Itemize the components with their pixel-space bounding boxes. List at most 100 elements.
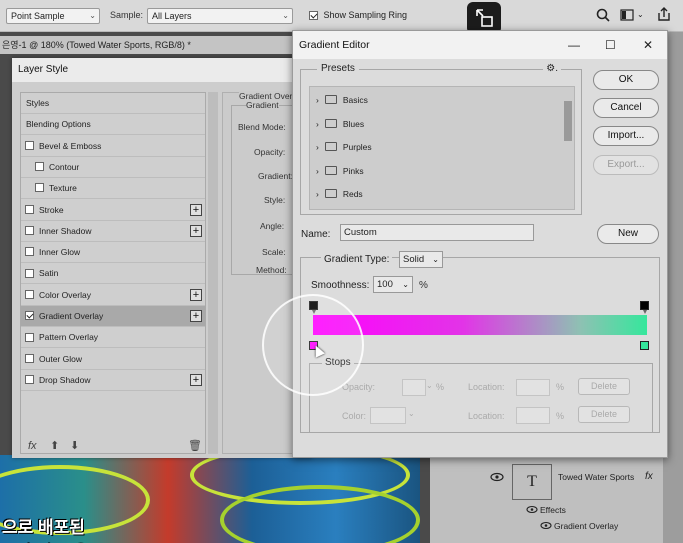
workspace-icon[interactable] <box>620 9 634 21</box>
preset-folder[interactable]: › Basics <box>316 91 368 109</box>
show-sampling-ring-checkbox[interactable] <box>309 11 318 21</box>
chevron-right-icon[interactable]: › <box>316 166 319 176</box>
maximize-icon[interactable]: ☐ <box>605 31 616 59</box>
style-item[interactable]: Inner Shadow + <box>21 221 205 242</box>
color-location-input[interactable] <box>516 407 550 424</box>
style-item[interactable]: Color Overlay + <box>21 285 205 306</box>
move-down-icon[interactable]: ⬇ <box>70 439 79 452</box>
chevron-down-icon[interactable]: ⌄ <box>408 409 415 418</box>
style-checkbox[interactable] <box>25 311 34 321</box>
name-value: Custom <box>344 227 377 238</box>
layer-fx-icon[interactable]: fx <box>645 471 653 482</box>
delete-color-stop-button[interactable]: Delete <box>578 406 630 423</box>
gear-icon[interactable]: ⚙. <box>543 63 561 74</box>
style-checkbox[interactable] <box>25 332 34 342</box>
add-effect-icon[interactable]: + <box>190 203 202 216</box>
gradient-bar[interactable] <box>313 315 647 335</box>
cancel-button[interactable]: Cancel <box>593 98 659 118</box>
style-item[interactable]: Satin <box>21 263 205 285</box>
style-item[interactable]: Blending Options <box>21 114 205 136</box>
folder-icon <box>324 95 337 105</box>
document-tab[interactable]: 은영-1 @ 180% (Towed Water Sports, RGB/8) … <box>0 36 300 54</box>
smoothness-input[interactable]: 100 ⌄ <box>373 276 413 293</box>
style-item[interactable]: Inner Glow <box>21 242 205 264</box>
sample-size-select[interactable]: Point Sample ⌄ <box>6 8 100 24</box>
style-checkbox[interactable] <box>25 268 34 278</box>
show-sampling-ring-label: Show Sampling Ring <box>323 10 408 20</box>
ok-button[interactable]: OK <box>593 70 659 90</box>
style-checkbox[interactable] <box>25 204 34 214</box>
color-stop-right[interactable] <box>640 341 649 350</box>
preset-folder[interactable]: › Reds <box>316 185 363 203</box>
chevron-down-icon[interactable]: ⌄ <box>426 381 433 390</box>
style-item[interactable]: Pattern Overlay <box>21 327 205 349</box>
layer-name[interactable]: Towed Water Sports <box>558 472 634 482</box>
color-location-unit: % <box>556 411 565 421</box>
share-icon[interactable] <box>657 7 671 21</box>
add-effect-icon[interactable]: + <box>190 224 202 237</box>
move-up-icon[interactable]: ⬆ <box>50 439 59 452</box>
color-swatch[interactable] <box>370 407 406 424</box>
chevron-right-icon[interactable]: › <box>316 95 319 105</box>
name-input[interactable]: Custom <box>340 224 534 241</box>
style-checkbox[interactable] <box>25 353 34 363</box>
eye-icon[interactable] <box>540 521 552 530</box>
search-icon[interactable] <box>596 8 610 22</box>
canvas-korean-text: 으로 배포된 고과 각으 음 <box>2 513 90 543</box>
add-effect-icon[interactable]: + <box>190 288 202 301</box>
style-item[interactable]: Outer Glow <box>21 349 205 370</box>
preset-folder-label: Purples <box>342 142 372 152</box>
delete-opacity-stop-button[interactable]: Delete <box>578 378 630 395</box>
style-item[interactable]: Texture <box>21 178 205 200</box>
chevron-right-icon[interactable]: › <box>316 189 319 199</box>
opacity-location-input[interactable] <box>516 379 550 396</box>
new-button[interactable]: New <box>597 224 659 244</box>
style-checkbox[interactable] <box>35 162 44 172</box>
text-layer-thumbnail[interactable]: T <box>512 464 552 500</box>
effects-label[interactable]: Effects <box>540 505 566 515</box>
chevron-right-icon[interactable]: › <box>316 142 319 152</box>
style-item[interactable]: Bevel & Emboss <box>21 136 205 157</box>
sample-layers-value: All Layers <box>152 11 192 21</box>
stops-group: Stops Opacity: ⌄ % Location: % Delete Co… <box>309 357 653 433</box>
chevron-right-icon[interactable]: › <box>316 119 319 129</box>
style-list-scrollbar[interactable] <box>208 92 218 454</box>
style-checkbox[interactable] <box>25 226 34 236</box>
style-item[interactable]: Stroke + <box>21 200 205 221</box>
minimize-icon[interactable]: — <box>568 31 580 59</box>
sample-layers-select[interactable]: All Layers ⌄ <box>147 8 293 24</box>
add-effect-icon[interactable]: + <box>190 310 202 322</box>
eye-icon[interactable] <box>526 505 538 514</box>
close-icon[interactable]: ✕ <box>643 31 653 59</box>
preset-folder[interactable]: › Blues <box>316 115 364 133</box>
style-item[interactable]: Drop Shadow + <box>21 370 205 391</box>
add-effect-icon[interactable]: + <box>190 373 202 386</box>
style-checkbox[interactable] <box>35 183 44 193</box>
effect-gradient-overlay[interactable]: Gradient Overlay <box>554 521 618 531</box>
chevron-down-icon[interactable]: ⌄ <box>402 277 409 292</box>
style-item[interactable]: Contour <box>21 157 205 178</box>
style-checkbox[interactable] <box>25 289 34 299</box>
export-button[interactable]: Export... <box>593 155 659 175</box>
canvas-korean-text-value: 으로 배포된 고과 각으 음 <box>2 518 85 537</box>
style-checkbox[interactable] <box>25 140 34 150</box>
preset-folder[interactable]: › Pinks <box>316 162 364 180</box>
preset-scrollbar[interactable] <box>564 89 572 209</box>
style-item[interactable]: Gradient Overlay + <box>21 306 205 327</box>
chevron-down-icon[interactable]: ⌄ <box>637 10 644 19</box>
fx-icon[interactable]: fx <box>28 440 37 452</box>
style-checkbox[interactable] <box>25 247 34 257</box>
scroll-thumb[interactable] <box>564 101 572 141</box>
trash-icon[interactable]: 🗑 <box>188 439 202 452</box>
gradient-type-select[interactable]: Solid ⌄ <box>399 251 443 268</box>
eye-icon[interactable] <box>490 472 504 482</box>
show-sampling-ring-option[interactable]: Show Sampling Ring <box>309 10 408 21</box>
preset-folder[interactable]: › Purples <box>316 138 372 156</box>
folder-icon <box>324 118 337 128</box>
opacity-stop-right[interactable] <box>640 301 649 314</box>
import-button[interactable]: Import... <box>593 126 659 146</box>
style-checkbox[interactable] <box>25 375 34 385</box>
opacity-input[interactable] <box>402 379 426 396</box>
style-item[interactable]: Styles <box>21 93 205 114</box>
style-item-label: Styles <box>26 98 50 108</box>
